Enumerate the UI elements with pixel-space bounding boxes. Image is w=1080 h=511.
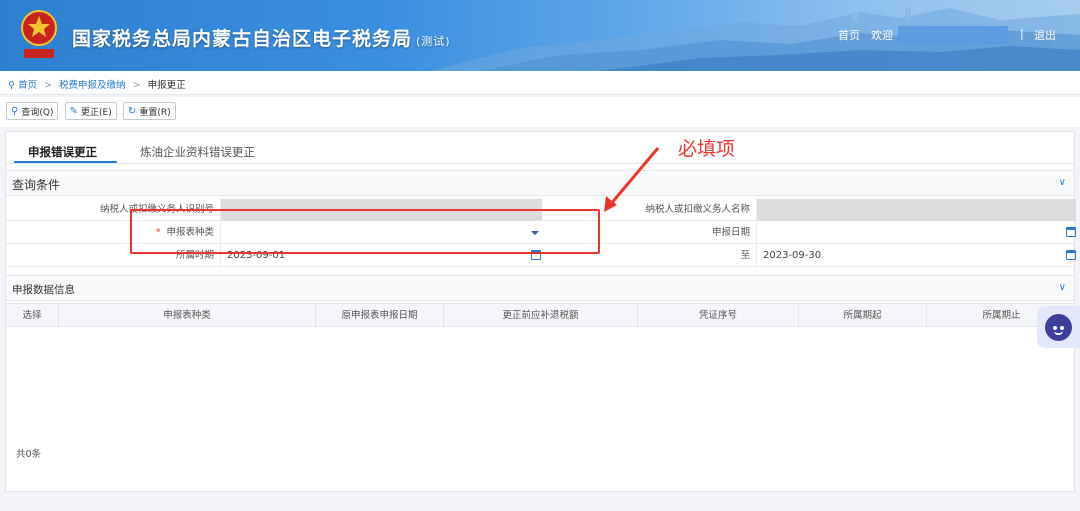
data-section-header[interactable]: 申报数据信息 ∨ (6, 275, 1074, 301)
chatbot-button[interactable] (1037, 306, 1080, 348)
reset-button-label: 重置(R) (139, 107, 171, 118)
test-tag: (测试) (416, 35, 451, 48)
col-original-date[interactable]: 原申报表申报日期 (316, 304, 444, 328)
username-redacted (898, 26, 1008, 44)
col-select[interactable]: 选择 (6, 304, 59, 328)
header-welcome-text: 欢迎 (871, 29, 893, 42)
location-pin-icon: ⚲ (8, 80, 15, 91)
main-panel: 申报错误更正 炼油企业资料错误更正 查询条件 ∨ 纳税人或扣缴义务人识别号 纳税… (5, 131, 1076, 492)
tax-bureau-emblem-icon (21, 10, 57, 58)
logout-link[interactable]: 退出 (1034, 27, 1056, 43)
site-title: 国家税务总局内蒙古自治区电子税务局 (测试) (72, 24, 451, 51)
robot-eye (1060, 326, 1064, 330)
active-tab-indicator (14, 161, 117, 163)
correct-button[interactable]: ✎ 更正(E) (64, 102, 117, 120)
breadcrumb-home[interactable]: 首页 (18, 80, 37, 91)
robot-mouth (1054, 331, 1063, 335)
tab-declaration-error-correction[interactable]: 申报错误更正 (28, 144, 97, 160)
data-section-title: 申报数据信息 (12, 284, 75, 296)
taxpayer-name-field[interactable] (756, 199, 1076, 221)
breadcrumb-sep: > (44, 80, 53, 91)
calendar-icon[interactable] (1066, 227, 1076, 237)
breadcrumb-tax-declaration[interactable]: 税费申报及缴纳 (59, 80, 126, 91)
robot-eye (1053, 326, 1057, 330)
header-home-link[interactable]: 首页 (838, 27, 860, 43)
breadcrumb: ⚲ 首页 > 税费申报及缴纳 > 申报更正 (0, 71, 1080, 95)
site-title-text: 国家税务总局内蒙古自治区电子税务局 (72, 28, 413, 50)
col-voucher-no[interactable]: 凭证序号 (638, 304, 799, 328)
period-end-input[interactable]: 2023-09-30 (756, 245, 1076, 267)
col-period-start[interactable]: 所属期起 (799, 304, 927, 328)
edit-icon: ✎ (69, 105, 79, 117)
annotation-required-text: 必填项 (678, 138, 736, 160)
col-tax-before-correction[interactable]: 更正前应补退税额 (444, 304, 638, 328)
calendar-icon[interactable] (1066, 250, 1076, 260)
search-icon: ⚲ (11, 105, 19, 117)
breadcrumb-sep: > (132, 80, 141, 91)
query-button[interactable]: ⚲ 查询(Q) (6, 102, 59, 120)
chevron-down-icon[interactable]: ∨ (1059, 177, 1066, 188)
site-header: 国家税务总局内蒙古自治区电子税务局 (测试) 首页 欢迎 | 退出 (0, 0, 1080, 71)
header-separator: | (1020, 27, 1024, 40)
data-grid-header: 选择 申报表种类 原申报表申报日期 更正前应补退税额 凭证序号 所属期起 所属期… (6, 303, 1074, 328)
toolbar: ⚲ 查询(Q) ✎ 更正(E) ↻ 重置(R) (0, 97, 1080, 127)
refresh-icon: ↻ (127, 105, 137, 117)
robot-icon (1045, 314, 1072, 341)
declare-date-input[interactable] (756, 222, 1076, 244)
page-footer (0, 495, 1080, 511)
correct-button-label: 更正(E) (81, 107, 112, 118)
query-section-title: 查询条件 (12, 178, 61, 192)
tab-bar: 申报错误更正 炼油企业资料错误更正 (6, 132, 1074, 164)
col-form-type[interactable]: 申报表种类 (59, 304, 316, 328)
query-section-header[interactable]: 查询条件 ∨ (6, 170, 1074, 196)
required-field-highlight (130, 209, 600, 254)
breadcrumb-current: 申报更正 (147, 80, 186, 91)
chevron-down-icon[interactable]: ∨ (1059, 282, 1066, 293)
tab-refinery-data-correction[interactable]: 炼油企业资料错误更正 (140, 144, 255, 160)
query-button-label: 查询(Q) (21, 107, 54, 118)
record-count: 共0条 (16, 449, 42, 460)
reset-button[interactable]: ↻ 重置(R) (122, 102, 176, 120)
